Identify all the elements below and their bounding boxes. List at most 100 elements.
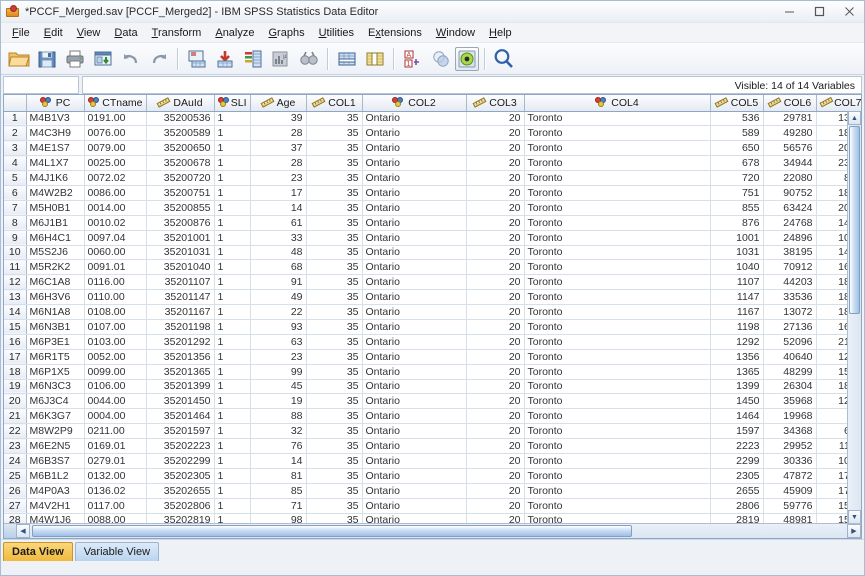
cell-sli[interactable]: 1 bbox=[214, 394, 250, 409]
cell-dauid[interactable]: 35200678 bbox=[146, 156, 214, 171]
cell-col1[interactable]: 35 bbox=[306, 126, 362, 141]
cell-age[interactable]: 71 bbox=[250, 498, 306, 513]
cell-col1[interactable]: 35 bbox=[306, 305, 362, 320]
cell-sli[interactable]: 1 bbox=[214, 498, 250, 513]
table-row[interactable]: 5M4J1K60072.023520072012335Ontario20Toro… bbox=[4, 171, 861, 186]
cell-ctname[interactable]: 0091.01 bbox=[84, 260, 146, 275]
cell-col1[interactable]: 35 bbox=[306, 141, 362, 156]
cell-col3[interactable]: 20 bbox=[466, 171, 524, 186]
cell-age[interactable]: 28 bbox=[250, 126, 306, 141]
cell-pc[interactable]: M8W2P9 bbox=[26, 424, 84, 439]
cell-col1[interactable]: 35 bbox=[306, 215, 362, 230]
column-header-col4[interactable]: COL4 bbox=[524, 95, 710, 111]
cell-col6[interactable]: 29952 bbox=[763, 439, 816, 454]
cell-col2[interactable]: Ontario bbox=[362, 156, 466, 171]
cell-col5[interactable]: 1292 bbox=[710, 334, 763, 349]
cell-col3[interactable]: 20 bbox=[466, 200, 524, 215]
cell-col3[interactable]: 20 bbox=[466, 319, 524, 334]
cell-col5[interactable]: 2305 bbox=[710, 468, 763, 483]
menu-edit[interactable]: Edit bbox=[37, 25, 70, 41]
row-number[interactable]: 6 bbox=[4, 185, 26, 200]
table-row[interactable]: 22M8W2P90211.003520159713235Ontario20Tor… bbox=[4, 424, 861, 439]
cell-col1[interactable]: 35 bbox=[306, 409, 362, 424]
cell-col1[interactable]: 35 bbox=[306, 156, 362, 171]
table-row[interactable]: 23M6E2N50169.013520222317635Ontario20Tor… bbox=[4, 439, 861, 454]
cell-col2[interactable]: Ontario bbox=[362, 394, 466, 409]
cell-col2[interactable]: Ontario bbox=[362, 290, 466, 305]
table-row[interactable]: 2M4C3H90076.003520058912835Ontario20Toro… bbox=[4, 126, 861, 141]
cell-col2[interactable]: Ontario bbox=[362, 245, 466, 260]
cell-col6[interactable]: 63424 bbox=[763, 200, 816, 215]
cell-col5[interactable]: 855 bbox=[710, 200, 763, 215]
cell-sli[interactable]: 1 bbox=[214, 260, 250, 275]
cell-dauid[interactable]: 35200720 bbox=[146, 171, 214, 186]
cell-col1[interactable]: 35 bbox=[306, 453, 362, 468]
cell-pc[interactable]: M6N3B1 bbox=[26, 319, 84, 334]
table-row[interactable]: 8M6J1B10010.023520087616135Ontario20Toro… bbox=[4, 215, 861, 230]
cell-col4[interactable]: Toronto bbox=[524, 126, 710, 141]
cell-pc[interactable]: M6K3G7 bbox=[26, 409, 84, 424]
cell-value-box[interactable]: Visible: 14 of 14 Variables bbox=[82, 76, 862, 94]
cell-dauid[interactable]: 35200855 bbox=[146, 200, 214, 215]
cell-col3[interactable]: 20 bbox=[466, 468, 524, 483]
row-number[interactable]: 14 bbox=[4, 305, 26, 320]
cell-pc[interactable]: M6E2N5 bbox=[26, 439, 84, 454]
cell-ctname[interactable]: 0110.00 bbox=[84, 290, 146, 305]
cell-col6[interactable]: 30336 bbox=[763, 453, 816, 468]
insert-case-icon[interactable] bbox=[333, 45, 360, 72]
cell-ctname[interactable]: 0004.00 bbox=[84, 409, 146, 424]
table-row[interactable]: 10M5S2J60060.003520103114835Ontario20Tor… bbox=[4, 245, 861, 260]
cell-col1[interactable]: 35 bbox=[306, 260, 362, 275]
cell-col6[interactable]: 19968 bbox=[763, 409, 816, 424]
cell-sli[interactable]: 1 bbox=[214, 230, 250, 245]
cell-ctname[interactable]: 0279.01 bbox=[84, 453, 146, 468]
cell-sli[interactable]: 1 bbox=[214, 319, 250, 334]
cell-col2[interactable]: Ontario bbox=[362, 319, 466, 334]
cell-pc[interactable]: M6B1L2 bbox=[26, 468, 84, 483]
cell-col4[interactable]: Toronto bbox=[524, 245, 710, 260]
table-row[interactable]: 11M5R2K20091.013520104016835Ontario20Tor… bbox=[4, 260, 861, 275]
cell-col2[interactable]: Ontario bbox=[362, 171, 466, 186]
cell-age[interactable]: 76 bbox=[250, 439, 306, 454]
cell-col5[interactable]: 1001 bbox=[710, 230, 763, 245]
cell-col1[interactable]: 35 bbox=[306, 334, 362, 349]
cell-col6[interactable]: 24768 bbox=[763, 215, 816, 230]
cell-col1[interactable]: 35 bbox=[306, 349, 362, 364]
cell-col5[interactable]: 1031 bbox=[710, 245, 763, 260]
table-row[interactable]: 20M6J3C40044.003520145011935Ontario20Tor… bbox=[4, 394, 861, 409]
cell-col5[interactable]: 1399 bbox=[710, 379, 763, 394]
table-row[interactable]: 9M6H4C10097.043520100113335Ontario20Toro… bbox=[4, 230, 861, 245]
cell-col5[interactable]: 1147 bbox=[710, 290, 763, 305]
cell-pc[interactable]: M6N1A8 bbox=[26, 305, 84, 320]
column-header-col6[interactable]: COL6 bbox=[763, 95, 816, 111]
cell-col4[interactable]: Toronto bbox=[524, 453, 710, 468]
column-header-col2[interactable]: COL2 bbox=[362, 95, 466, 111]
cell-col3[interactable]: 20 bbox=[466, 409, 524, 424]
cell-col6[interactable]: 33536 bbox=[763, 290, 816, 305]
cell-pc[interactable]: M4W1J6 bbox=[26, 513, 84, 523]
cell-age[interactable]: 33 bbox=[250, 230, 306, 245]
search-icon[interactable] bbox=[490, 45, 517, 72]
cell-sli[interactable]: 1 bbox=[214, 275, 250, 290]
cell-pc[interactable]: M6R1T5 bbox=[26, 349, 84, 364]
cell-sli[interactable]: 1 bbox=[214, 349, 250, 364]
cell-pc[interactable]: M4J1K6 bbox=[26, 171, 84, 186]
cell-age[interactable]: 14 bbox=[250, 453, 306, 468]
cell-col6[interactable]: 35968 bbox=[763, 394, 816, 409]
table-row[interactable]: 12M6C1A80116.003520110719135Ontario20Tor… bbox=[4, 275, 861, 290]
cell-col5[interactable]: 876 bbox=[710, 215, 763, 230]
cell-dauid[interactable]: 35202655 bbox=[146, 483, 214, 498]
cell-col5[interactable]: 2655 bbox=[710, 483, 763, 498]
cell-col5[interactable]: 1040 bbox=[710, 260, 763, 275]
table-row[interactable]: 19M6N3C30106.003520139914535Ontario20Tor… bbox=[4, 379, 861, 394]
column-header-col3[interactable]: COL3 bbox=[466, 95, 524, 111]
cell-col4[interactable]: Toronto bbox=[524, 319, 710, 334]
cell-col4[interactable]: Toronto bbox=[524, 141, 710, 156]
cell-col5[interactable]: 2299 bbox=[710, 453, 763, 468]
cell-col4[interactable]: Toronto bbox=[524, 379, 710, 394]
cell-col4[interactable]: Toronto bbox=[524, 171, 710, 186]
cell-col1[interactable]: 35 bbox=[306, 200, 362, 215]
menu-analyze[interactable]: Analyze bbox=[208, 25, 261, 41]
cell-col4[interactable]: Toronto bbox=[524, 394, 710, 409]
cell-col5[interactable]: 2223 bbox=[710, 439, 763, 454]
